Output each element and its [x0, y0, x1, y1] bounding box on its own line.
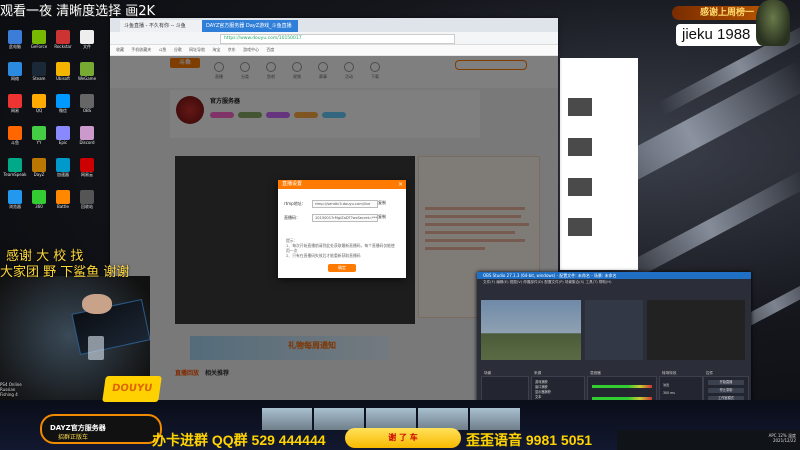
background-browser-window[interactable] — [560, 58, 638, 270]
desktop-icon[interactable]: Steam — [27, 62, 51, 92]
browser-tab[interactable]: 斗鱼直播 - 不久有你 -- 斗鱼 — [120, 20, 208, 32]
bookmark[interactable]: 百度 — [266, 47, 274, 52]
dock-title: 场景 — [484, 371, 492, 375]
desktop-icon[interactable]: TeamSpeak — [3, 158, 27, 188]
rtmp-label: rtmp地址： — [284, 201, 306, 206]
bookmark[interactable]: 淘宝 — [212, 47, 220, 52]
desktop-icon[interactable]: WeGame — [75, 62, 99, 92]
qq-group-promo: 办卡进群 QQ群 529 444444 — [152, 432, 326, 448]
source-item[interactable]: 游戏捕获 — [535, 380, 548, 384]
desktop-icon[interactable]: 微信 — [51, 94, 75, 124]
yy-voice-promo: 歪歪语音 9981 5051 — [466, 432, 593, 448]
shortcut-label: Fishing 4 — [0, 392, 18, 397]
desktop-icon[interactable]: 回收站 — [75, 190, 99, 220]
obs-title: OBS Studio 27.1.3 (64-bit, windows) - 配置… — [477, 272, 751, 279]
bottom-thumbnail — [470, 408, 520, 430]
dialog-title: 直播设置 — [278, 180, 406, 189]
desktop-icon[interactable]: 加速器 — [51, 158, 75, 188]
desktop-icon[interactable]: 网易 — [3, 94, 27, 124]
desktop-icon[interactable]: Epic — [51, 126, 75, 156]
copy-rtmp-button[interactable]: 复制 — [378, 200, 386, 206]
confirm-button[interactable]: 确定 — [328, 264, 356, 272]
bookmark[interactable]: 手机收藏夹 — [131, 47, 151, 52]
desktop-icon[interactable]: 360 — [27, 190, 51, 220]
cup-image — [88, 336, 104, 360]
bottom-thumbnail — [366, 408, 416, 430]
browser-tab-active[interactable]: DAYZ官方服务器 DayZ游戏_斗鱼直播 — [202, 20, 298, 32]
desktop-icon[interactable]: 网易云 — [75, 158, 99, 188]
desktop-icon[interactable]: 浏览器 — [3, 190, 27, 220]
rtmp-field[interactable]: rtmp://sendtc3.douyu.com/live — [312, 200, 378, 208]
desktop-icon[interactable]: YY — [27, 126, 51, 156]
gift-thanks-badge: 谢 了 车 — [345, 428, 461, 448]
system-tray[interactable]: APC 12% 温度 2021/12/22 — [769, 433, 796, 443]
stream-overlay-title: 观看一夜 清晰度选择 画2K — [0, 4, 156, 19]
start-streaming-button[interactable]: 开始直播 — [708, 380, 744, 385]
obs-preview[interactable] — [481, 300, 581, 360]
desktop-icon[interactable]: 文件 — [75, 30, 99, 60]
transition-select[interactable]: 淡出 — [663, 383, 669, 387]
douyu-logo-badge: DOUYU — [102, 376, 162, 402]
desktop-icon[interactable]: Ubisoft — [51, 62, 75, 92]
bookmark[interactable]: 游戏中心 — [243, 47, 259, 52]
obs-menu-item[interactable]: 场景集合(S) — [565, 280, 584, 284]
bottom-thumbnail — [418, 408, 468, 430]
obs-menu-item[interactable]: 编辑(E) — [496, 280, 508, 284]
dock-title: 转场特效 — [662, 371, 677, 375]
stream-settings-dialog: 直播设置 × rtmp地址： rtmp://sendtc3.douyu.com/… — [278, 180, 406, 278]
dock-title: 控件 — [706, 371, 714, 375]
code-label: 直播码： — [284, 215, 300, 220]
desktop-icon[interactable]: Discord — [75, 126, 99, 156]
bookmark[interactable]: 网址导航 — [189, 47, 205, 52]
url-field[interactable]: https://www.douyu.com/10150017 — [220, 34, 455, 44]
obs-program[interactable] — [647, 300, 745, 360]
obs-transition-panel — [585, 300, 643, 360]
note-line: 1、每次开始直播前请到此处获取最新直播码，每个直播码仅能使用一次 — [286, 243, 395, 253]
note-line: 2、只有在直播码失效后才能重新获取直播码 — [286, 253, 361, 258]
desktop-shortcut-labels: PS4 Online Russian Fishing 4 — [0, 382, 22, 397]
duration-field[interactable]: 300 ms — [663, 391, 675, 395]
obs-menu-item[interactable]: 停靠部件(D) — [523, 280, 543, 284]
tab-strip: 斗鱼直播 - 不久有你 -- 斗鱼 DAYZ官方服务器 DayZ游戏_斗鱼直播 — [110, 18, 558, 32]
bottom-thumbnail — [262, 408, 312, 430]
stop-recording-button[interactable]: 停止录制 — [708, 388, 744, 393]
desktop-icon[interactable]: 网络 — [3, 62, 27, 92]
obs-menu-item[interactable]: 工具(T) — [586, 280, 598, 284]
desktop-icon[interactable]: 此电脑 — [3, 30, 27, 60]
desktop-icon[interactable]: GeForce — [27, 30, 51, 60]
desktop-icon[interactable]: DayZ — [27, 158, 51, 188]
mascot-image — [756, 0, 790, 46]
hand-image — [82, 294, 112, 314]
desktop-icon[interactable]: OBS — [75, 94, 99, 124]
desktop-icon[interactable]: Battle — [51, 190, 75, 220]
desktop-icon[interactable]: 斗鱼 — [3, 126, 27, 156]
server-badge-subtitle: 招群正版车 — [58, 434, 89, 441]
dialog-notes: 提示： 1、每次开始直播前请到此处获取最新直播码，每个直播码仅能使用一次 2、只… — [286, 238, 398, 258]
obs-menu-bar: 文件(F) 编辑(E) 视图(V) 停靠部件(D) 配置文件(P) 场景集合(S… — [477, 279, 751, 285]
bookmark[interactable]: 谷歌 — [174, 47, 182, 52]
server-badge: DAYZ官方服务器 招群正版车 — [40, 406, 162, 450]
bookmark[interactable]: 京东 — [228, 47, 236, 52]
dock-title: 来源 — [534, 371, 542, 375]
copy-code-button[interactable]: 复制 — [378, 214, 386, 220]
source-item[interactable]: 窗口捕获 — [535, 385, 548, 389]
obs-menu-item[interactable]: 视图(V) — [510, 280, 522, 284]
address-bar-row: https://www.douyu.com/10150017 — [110, 32, 558, 45]
tray-date: 2021/12/22 — [772, 438, 796, 443]
obs-menu-item[interactable]: 配置文件(P) — [544, 280, 563, 284]
bookmarks-bar: 收藏 手机收藏夹 斗鱼 谷歌 网址导航 淘宝 京东 游戏中心 百度 — [110, 45, 558, 56]
stream-code-field[interactable]: 10150017rMgiZaDT?wsSecret=******** — [312, 214, 378, 222]
bookmark[interactable]: 收藏 — [116, 47, 124, 52]
obs-menu-item[interactable]: 帮助(H) — [599, 280, 612, 284]
close-icon[interactable]: × — [398, 180, 403, 189]
desktop-icon[interactable]: QQ — [27, 94, 51, 124]
bottom-thumbnail — [314, 408, 364, 430]
obs-menu-item[interactable]: 文件(F) — [483, 280, 495, 284]
source-item[interactable]: 文本 — [535, 395, 541, 399]
dock-title: 混音器 — [590, 371, 601, 375]
source-item[interactable]: 显示器捕获 — [535, 390, 551, 394]
desktop-icon[interactable]: Rockstar — [51, 30, 75, 60]
bookmark[interactable]: 斗鱼 — [159, 47, 167, 52]
chat-overlay-line: 大家团 野 下鲨鱼 谢谢 — [0, 265, 130, 280]
